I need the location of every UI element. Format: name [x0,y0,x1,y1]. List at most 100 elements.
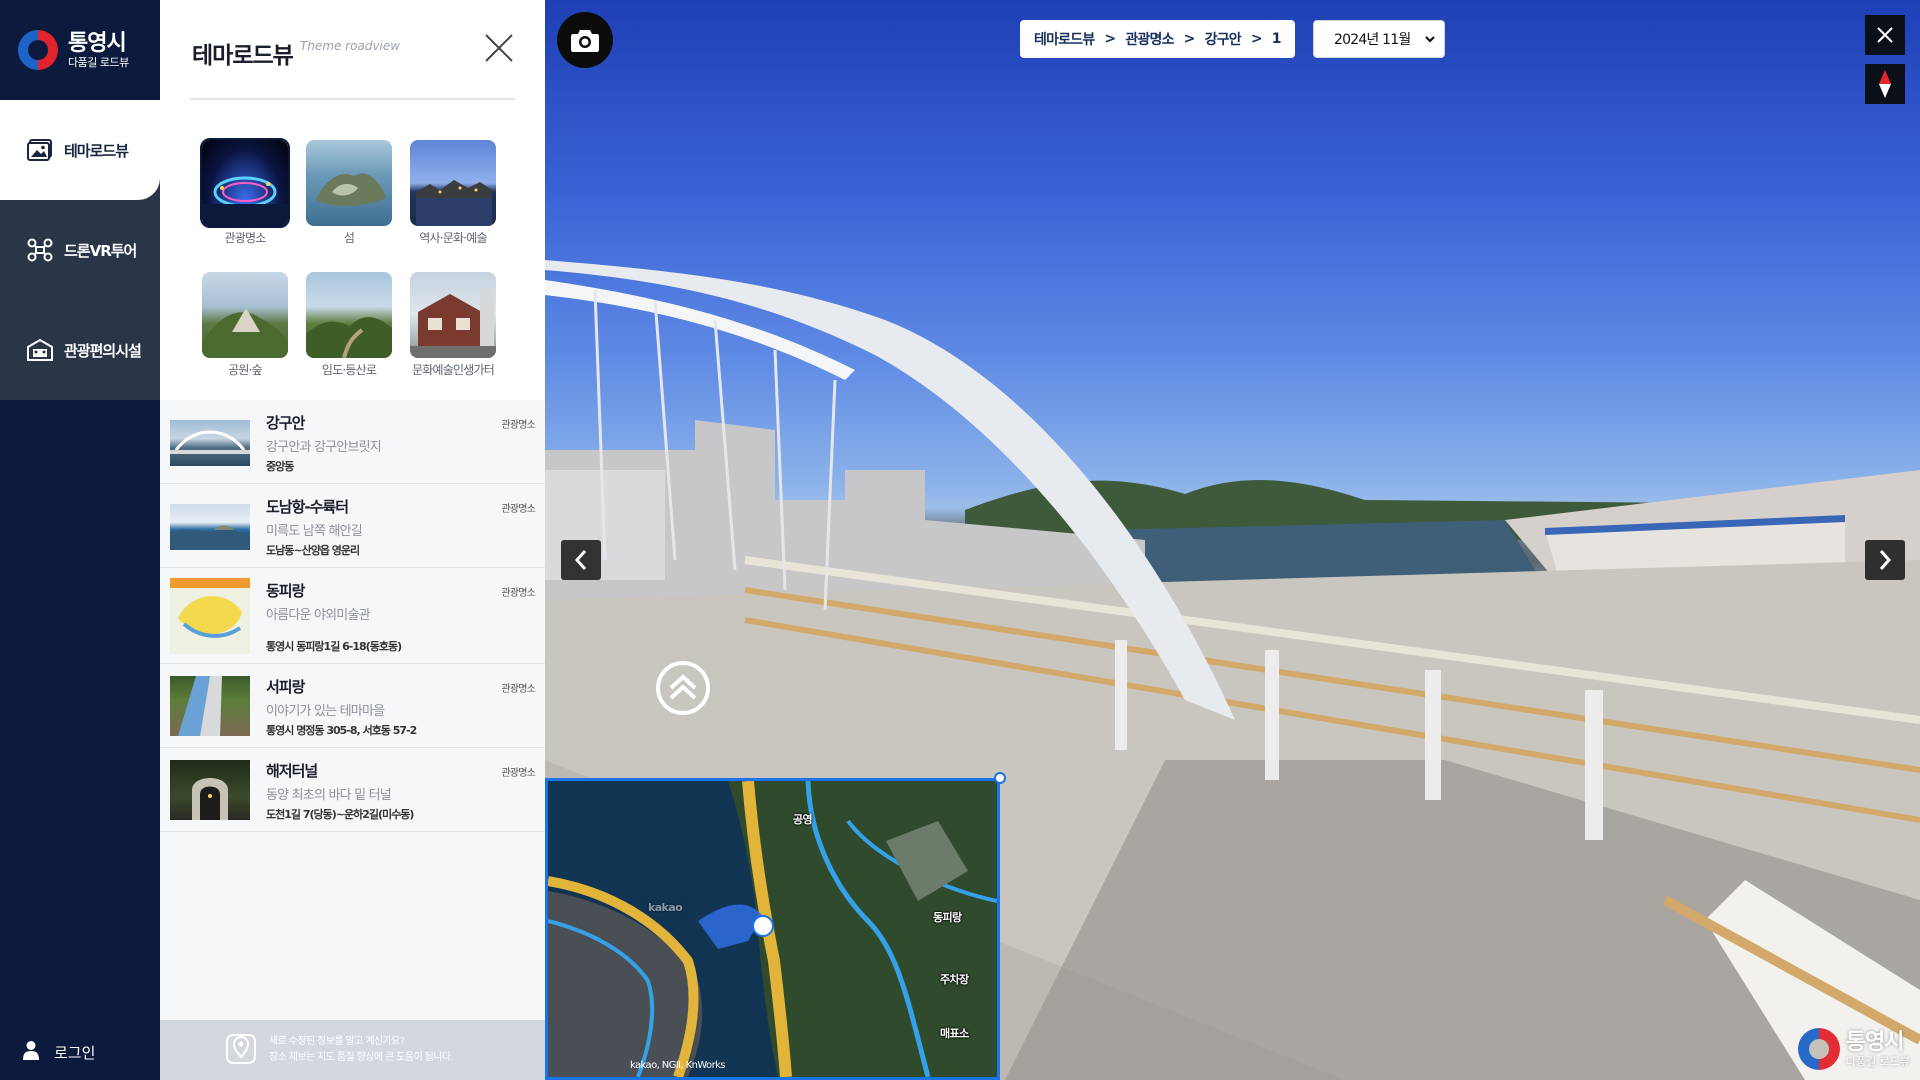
nav-item-label: 테마로드뷰 [64,141,129,160]
list-title: 도남항-수륙터 [266,498,349,516]
drone-icon [26,238,54,262]
list-thumbnail [170,578,250,654]
logo[interactable]: 통영시 다품길 로드뷰 [0,0,160,100]
breadcrumb-separator: > [1104,31,1116,47]
list-thumbnail [170,760,250,820]
logo-title: 통영시 [68,30,127,56]
list-address: 통영시 동피랑1길 6-18(동호동) [266,640,402,653]
theme-artist-birthplaces[interactable]: 문화예술인생가터 [403,272,503,378]
theme-history-culture[interactable]: 역사·문화·예술 [403,140,503,246]
nav-rail: 통영시 다품길 로드뷰 테마로드뷰 드론VR투어 관광편의시설 로그인 [0,0,160,1080]
list-category-badge: 관광명소 [501,684,535,695]
nav-item-drone-vr[interactable]: 드론VR투어 [0,200,160,300]
roadview-panorama[interactable]: 테마로드뷰 > 관광명소 > 강구안 > 1 2024년 11월 공영 동피랑 … [545,0,1920,1080]
chevron-right-icon [1879,550,1892,570]
place-list: 강구안 강구안과 강구안브릿지 중앙동 관광명소 도남항-수륙터 미륵도 남쪽 … [160,400,545,1020]
panel-header: 테마로드뷰 Theme roadview [190,24,515,100]
list-title: 서피랑 [266,678,305,696]
list-title: 해저터널 [266,762,318,780]
list-address: 도천1길 7(당동)~운하2길(미수동) [266,808,414,821]
viewer-close-button[interactable] [1865,15,1905,55]
theme-thumbnail [306,272,392,358]
move-forward-button[interactable] [655,660,711,716]
report-line-2: 장소 제보는 지도 품질 향상에 큰 도움이 됩니다. [269,1052,454,1063]
nav-menu: 테마로드뷰 드론VR투어 관광편의시설 [0,100,160,400]
logo-subtitle: 다품길 로드뷰 [68,55,129,69]
theme-thumbnail [200,138,290,228]
list-description: 동양 최초의 바다 밑 터널 [266,788,392,803]
close-icon [1877,27,1893,43]
panel-close-button[interactable] [483,32,515,64]
compass-button[interactable] [1865,64,1905,104]
user-icon [22,1040,40,1064]
list-item[interactable]: 강구안 강구안과 강구안브릿지 중앙동 관광명소 [160,400,545,484]
theme-label: 역사·문화·예술 [419,231,487,245]
next-scene-button[interactable] [1865,540,1905,580]
theme-islands[interactable]: 섬 [299,140,399,246]
theme-tourist-spots[interactable]: 관광명소 [195,138,295,246]
camera-icon [571,30,599,52]
panel-subtitle: Theme roadview [300,39,401,53]
list-address: 중앙동 [266,460,294,473]
breadcrumb: 테마로드뷰 > 관광명소 > 강구안 > 1 [1020,20,1295,58]
login-button[interactable]: 로그인 [22,1034,95,1070]
list-title: 동피랑 [266,582,305,600]
watermark-logo: 통영시 다품길 로드뷰 [1797,1028,1910,1070]
minimap-resize-handle[interactable] [994,772,1006,784]
theme-forest-roads-trails[interactable]: 임도·등산로 [299,272,399,378]
theme-thumbnail [410,272,496,358]
report-line-1: 새로 수정된 정보를 알고 계신가요? [269,1036,405,1047]
chevron-left-icon [574,550,587,570]
list-category-badge: 관광명소 [501,588,535,599]
list-thumbnail [170,676,250,736]
list-thumbnail [170,420,250,466]
map-credit: kakao, NGII, KnWorks [630,1060,725,1071]
theme-label: 관광명소 [224,231,267,245]
nav-item-label: 관광편의시설 [64,341,142,360]
map-label: 공영 [793,813,813,826]
watermark-title: 통영시 [1845,1029,1905,1055]
list-description: 이야기가 있는 테마마을 [266,704,385,719]
report-banner[interactable]: 새로 수정된 정보를 알고 계신가요? 장소 제보는 지도 품질 향상에 큰 도… [160,1020,545,1080]
list-thumbnail [170,504,250,550]
list-item[interactable]: 해저터널 동양 최초의 바다 밑 터널 도천1길 7(당동)~운하2길(미수동)… [160,748,545,832]
logo-icon [18,30,58,70]
theme-panel: 테마로드뷰 Theme roadview 관광명소 섬 역사·문화·예술 공원·… [160,0,545,1080]
compass-icon [1879,70,1891,98]
prev-scene-button[interactable] [561,540,601,580]
list-category-badge: 관광명소 [501,420,535,431]
screenshot-button[interactable] [557,12,613,68]
minimap[interactable]: 공영 동피랑 주차장 매표소 kakao kakao, NGII, KnWork… [545,778,1000,1080]
breadcrumb-item[interactable]: 관광명소 [1125,29,1174,49]
list-description: 미륵도 남쪽 해안길 [266,524,363,539]
theme-label: 섬 [343,231,355,245]
list-address: 도남동~산양읍 영운리 [266,544,360,557]
breadcrumb-item[interactable]: 강구안 [1205,29,1242,49]
breadcrumb-separator: > [1183,31,1196,47]
list-item[interactable]: 서피랑 이야기가 있는 테마마을 통영시 명정동 305-8, 서호동 57-2… [160,664,545,748]
breadcrumb-item[interactable]: 테마로드뷰 [1034,29,1095,49]
list-description: 아름다운 야외미술관 [266,608,371,623]
date-select[interactable]: 2024년 11월 [1313,20,1445,58]
panel-title: 테마로드뷰 [192,43,294,69]
map-label: 매표소 [940,1027,969,1040]
theme-label: 문화예술인생가터 [412,363,495,377]
theme-label: 임도·등산로 [321,363,377,377]
map-pin-icon [225,1031,257,1069]
minimap-image [548,781,997,1077]
list-item[interactable]: 도남항-수륙터 미륵도 남쪽 해안길 도남동~산양읍 영운리 관광명소 [160,484,545,568]
map-label: 주차장 [940,973,969,986]
logo-icon [1797,1028,1840,1070]
chevron-down-icon [1425,36,1435,43]
watermark-subtitle: 다품길 로드뷰 [1845,1054,1910,1068]
nav-item-facilities[interactable]: 관광편의시설 [0,300,160,400]
login-label: 로그인 [54,1043,96,1062]
nav-item-label: 드론VR투어 [64,241,137,260]
theme-thumbnail [306,140,392,226]
breadcrumb-item: 1 [1271,31,1282,47]
theme-parks-forest[interactable]: 공원·숲 [195,272,295,378]
nav-item-theme-roadview[interactable]: 테마로드뷰 [0,100,160,200]
breadcrumb-separator: > [1250,31,1263,47]
theme-thumbnail [202,272,288,358]
list-item[interactable]: 동피랑 아름다운 야외미술관 통영시 동피랑1길 6-18(동호동) 관광명소 [160,568,545,664]
